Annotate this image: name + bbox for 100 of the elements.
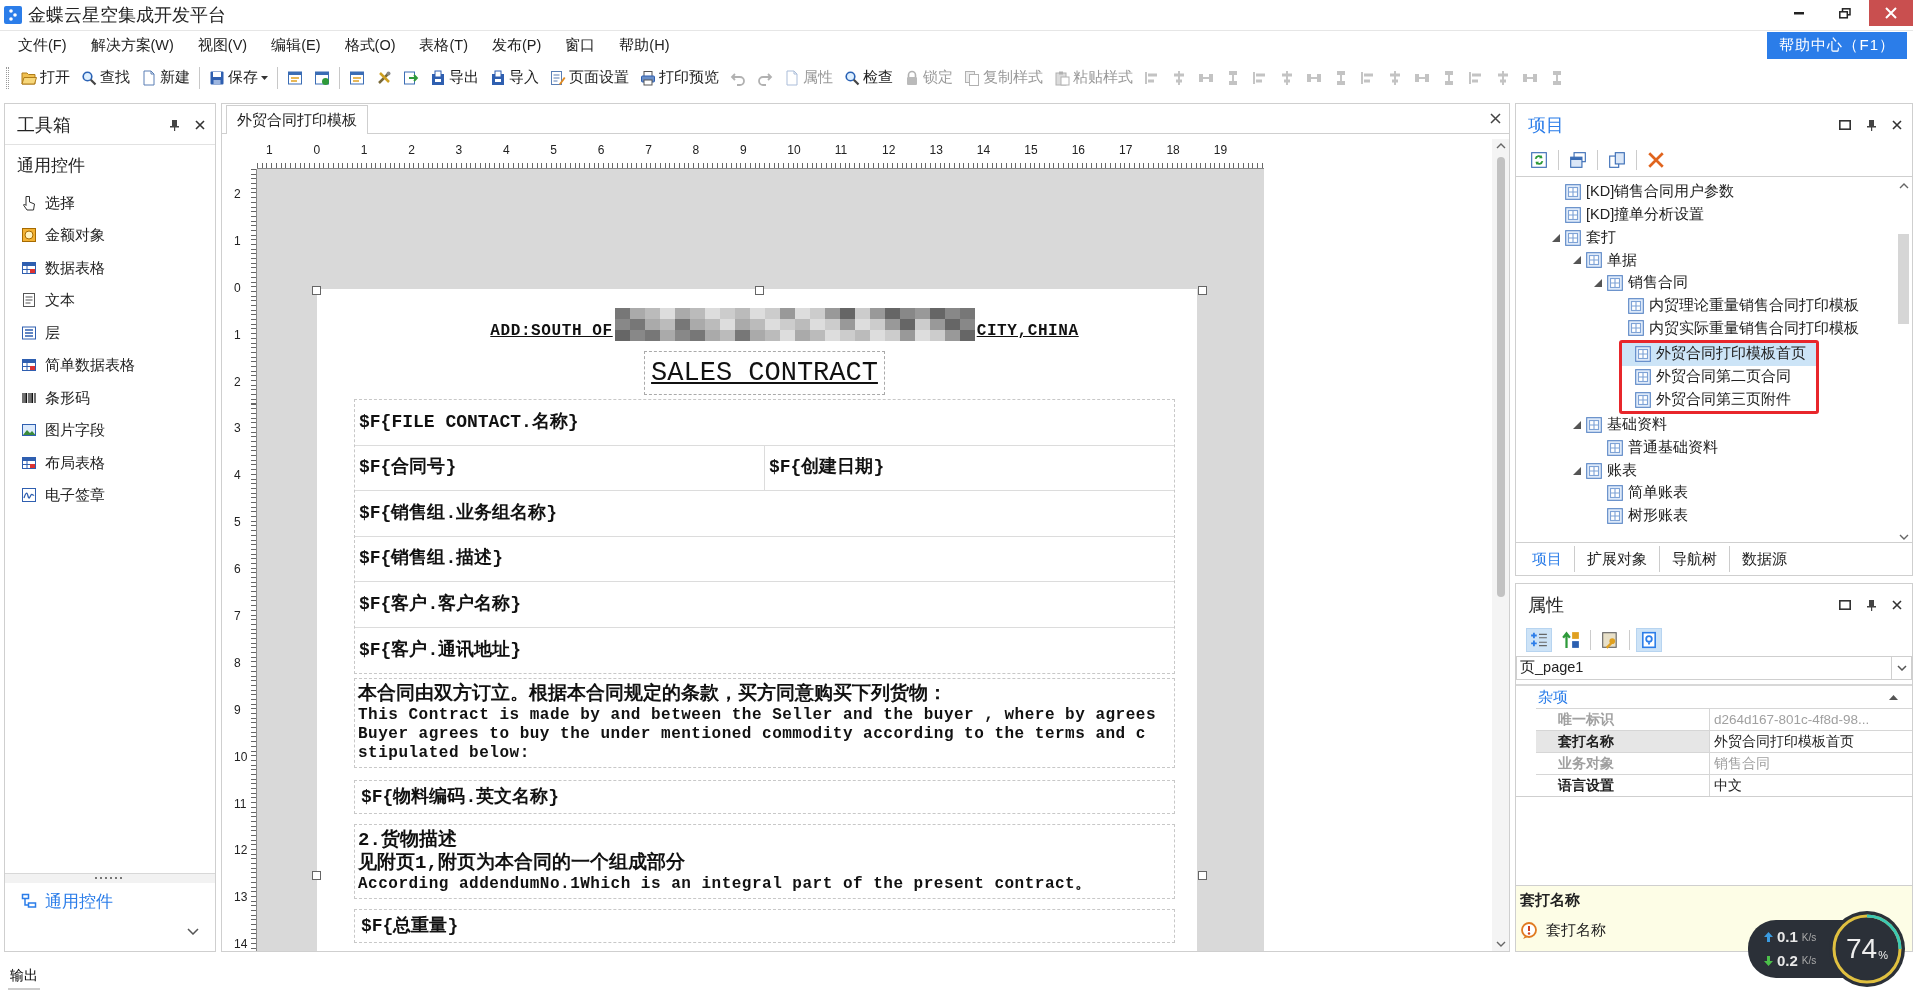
tree-item[interactable]: 内贸理论重量销售合同打印模板 (1516, 294, 1895, 318)
tree-item[interactable]: [KD]撞单分析设置 (1516, 203, 1895, 227)
close-icon[interactable] (1490, 113, 1501, 124)
close-button[interactable] (1869, 0, 1913, 26)
toolbox-item[interactable]: 数据表格 (5, 251, 215, 284)
tree-item[interactable]: [KD]销售合同用户参数 (1516, 181, 1895, 204)
tree-item[interactable]: 简单账表 (1516, 481, 1895, 505)
toolbar-button[interactable]: 打印预览 (635, 64, 724, 91)
scroll-down-icon[interactable] (1898, 534, 1909, 540)
vertical-scrollbar[interactable] (1492, 139, 1509, 951)
object-dropdown[interactable]: 页_page1 (1516, 656, 1912, 680)
ruler-label: 1 (234, 233, 241, 248)
align-icon (1252, 69, 1268, 86)
toolbar-button[interactable]: 新建 (136, 64, 195, 91)
tree-item[interactable]: 账表 (1516, 459, 1895, 482)
tree-item[interactable]: 外贸合同第二页合同 (1622, 365, 1816, 389)
tree-item[interactable]: 销售合同 (1516, 271, 1895, 295)
panel-tab[interactable]: 导航树 (1659, 545, 1729, 573)
signature-icon (21, 487, 37, 504)
tree-item[interactable]: 树形账表 (1516, 504, 1895, 528)
scroll-thumb[interactable] (1496, 157, 1505, 597)
pin-icon[interactable] (170, 119, 179, 131)
tree-item[interactable]: 外贸合同打印模板首页 (1622, 342, 1816, 366)
toolbar-button[interactable]: 导出 (425, 64, 484, 91)
resize-handle[interactable] (312, 871, 321, 880)
menu-item[interactable]: 解决方案(W) (78, 32, 186, 59)
field-cell-text: $F{合同号} (358, 456, 458, 480)
splitter-grip[interactable] (95, 876, 125, 880)
toolbar-button[interactable]: 保存 (204, 64, 273, 91)
menu-item[interactable]: 文件(F) (6, 32, 79, 59)
toolbar-button[interactable]: 查找 (76, 64, 135, 91)
paragraph-line: According addendumNo.1Which is an integral part of the present contract。 (358, 875, 1093, 894)
toolbox-item[interactable]: 简单数据表格 (5, 349, 215, 382)
pin-icon[interactable] (1867, 119, 1876, 131)
app-logo-icon (4, 6, 22, 24)
property-value[interactable]: 外贸合同打印模板首页 (1710, 731, 1912, 752)
expanded-arrow-icon[interactable] (1573, 256, 1581, 265)
toolbar-button[interactable]: 打开 (16, 64, 75, 91)
close-icon[interactable] (1892, 120, 1902, 130)
toolbar-button[interactable]: 导入 (485, 64, 544, 91)
menu-item[interactable]: 视图(V) (185, 32, 260, 59)
menu-item[interactable]: 格式(O) (332, 32, 408, 59)
close-icon[interactable] (1892, 600, 1902, 610)
menu-item[interactable]: 表格(T) (407, 32, 480, 59)
resize-handle[interactable] (312, 286, 321, 295)
panel-tab[interactable]: 数据源 (1729, 545, 1799, 573)
scroll-up-icon[interactable] (1898, 183, 1909, 189)
edit-icon (550, 69, 566, 86)
maximize-icon[interactable] (1839, 120, 1851, 130)
export-icon (403, 69, 419, 86)
tree-item[interactable]: 基础资料 (1516, 413, 1895, 437)
toolbox-item[interactable]: 条形码 (5, 381, 215, 414)
close-icon[interactable] (195, 120, 205, 130)
align-icon (1468, 69, 1484, 86)
tree-item[interactable]: 套打 (1516, 226, 1895, 250)
pin-icon[interactable] (1867, 599, 1876, 611)
upload-arrow-icon (1764, 932, 1773, 943)
resize-handle[interactable] (1198, 286, 1207, 295)
expanded-arrow-icon[interactable] (1594, 279, 1602, 288)
tree-item[interactable]: 单据 (1516, 249, 1895, 272)
menu-item[interactable]: 发布(P) (480, 32, 554, 59)
resize-handle[interactable] (1198, 871, 1207, 880)
ruler-label: 11 (234, 796, 247, 811)
document-tab[interactable]: 外贸合同打印模板 (226, 104, 368, 134)
help-button[interactable]: 帮助中心（F1） (1767, 32, 1907, 59)
expanded-arrow-icon[interactable] (1573, 421, 1581, 430)
toolbox-item[interactable]: 层 (5, 316, 215, 349)
menu-item[interactable]: 窗口 (553, 32, 608, 59)
vertical-scrollbar[interactable] (1895, 181, 1912, 542)
toolbar-button[interactable]: 页面设置 (545, 64, 634, 91)
expanded-arrow-icon[interactable] (1552, 233, 1560, 242)
tree-item[interactable]: 外贸合同第三页附件 (1622, 388, 1816, 411)
tree-item[interactable]: 内贸实际重量销售合同打印模板 (1516, 317, 1895, 340)
property-label[interactable]: 套打名称 (1536, 731, 1710, 752)
resize-handle[interactable] (755, 286, 764, 295)
toolbar-button[interactable] (1636, 628, 1662, 652)
expanded-arrow-icon[interactable] (1573, 466, 1581, 475)
panel-tab[interactable]: 项目 (1520, 545, 1574, 573)
scroll-thumb[interactable] (1898, 234, 1909, 324)
tree-item[interactable]: 普通基础资料 (1516, 436, 1895, 460)
maximize-icon[interactable] (1839, 600, 1851, 610)
property-value[interactable]: 中文 (1710, 775, 1912, 796)
panel-tab[interactable]: 扩展对象 (1574, 545, 1659, 573)
chevron-down-icon[interactable] (187, 928, 199, 935)
toolbox-item[interactable]: 选择 (5, 186, 215, 219)
property-label[interactable]: 语言设置 (1536, 775, 1710, 796)
menu-item[interactable]: 编辑(E) (259, 32, 333, 59)
toolbox-item[interactable]: 文本 (5, 284, 215, 317)
output-tab[interactable]: 输出 (8, 963, 40, 990)
menu-item[interactable]: 帮助(H) (607, 32, 682, 59)
toolbox-item[interactable]: 图片字段 (5, 414, 215, 447)
toolbar-button[interactable] (1526, 628, 1552, 652)
section-link[interactable]: 通用控件 (5, 882, 129, 920)
toolbar-button[interactable]: 检查 (839, 64, 898, 91)
scroll-down-icon[interactable] (1495, 941, 1506, 947)
toolbox-item[interactable]: 金额对象 (5, 219, 215, 252)
category-header[interactable]: 杂项 (1516, 686, 1912, 708)
scroll-up-icon[interactable] (1495, 143, 1506, 149)
toolbox-item[interactable]: 布局表格 (5, 446, 215, 479)
toolbox-item[interactable]: 电子签章 (5, 479, 215, 512)
